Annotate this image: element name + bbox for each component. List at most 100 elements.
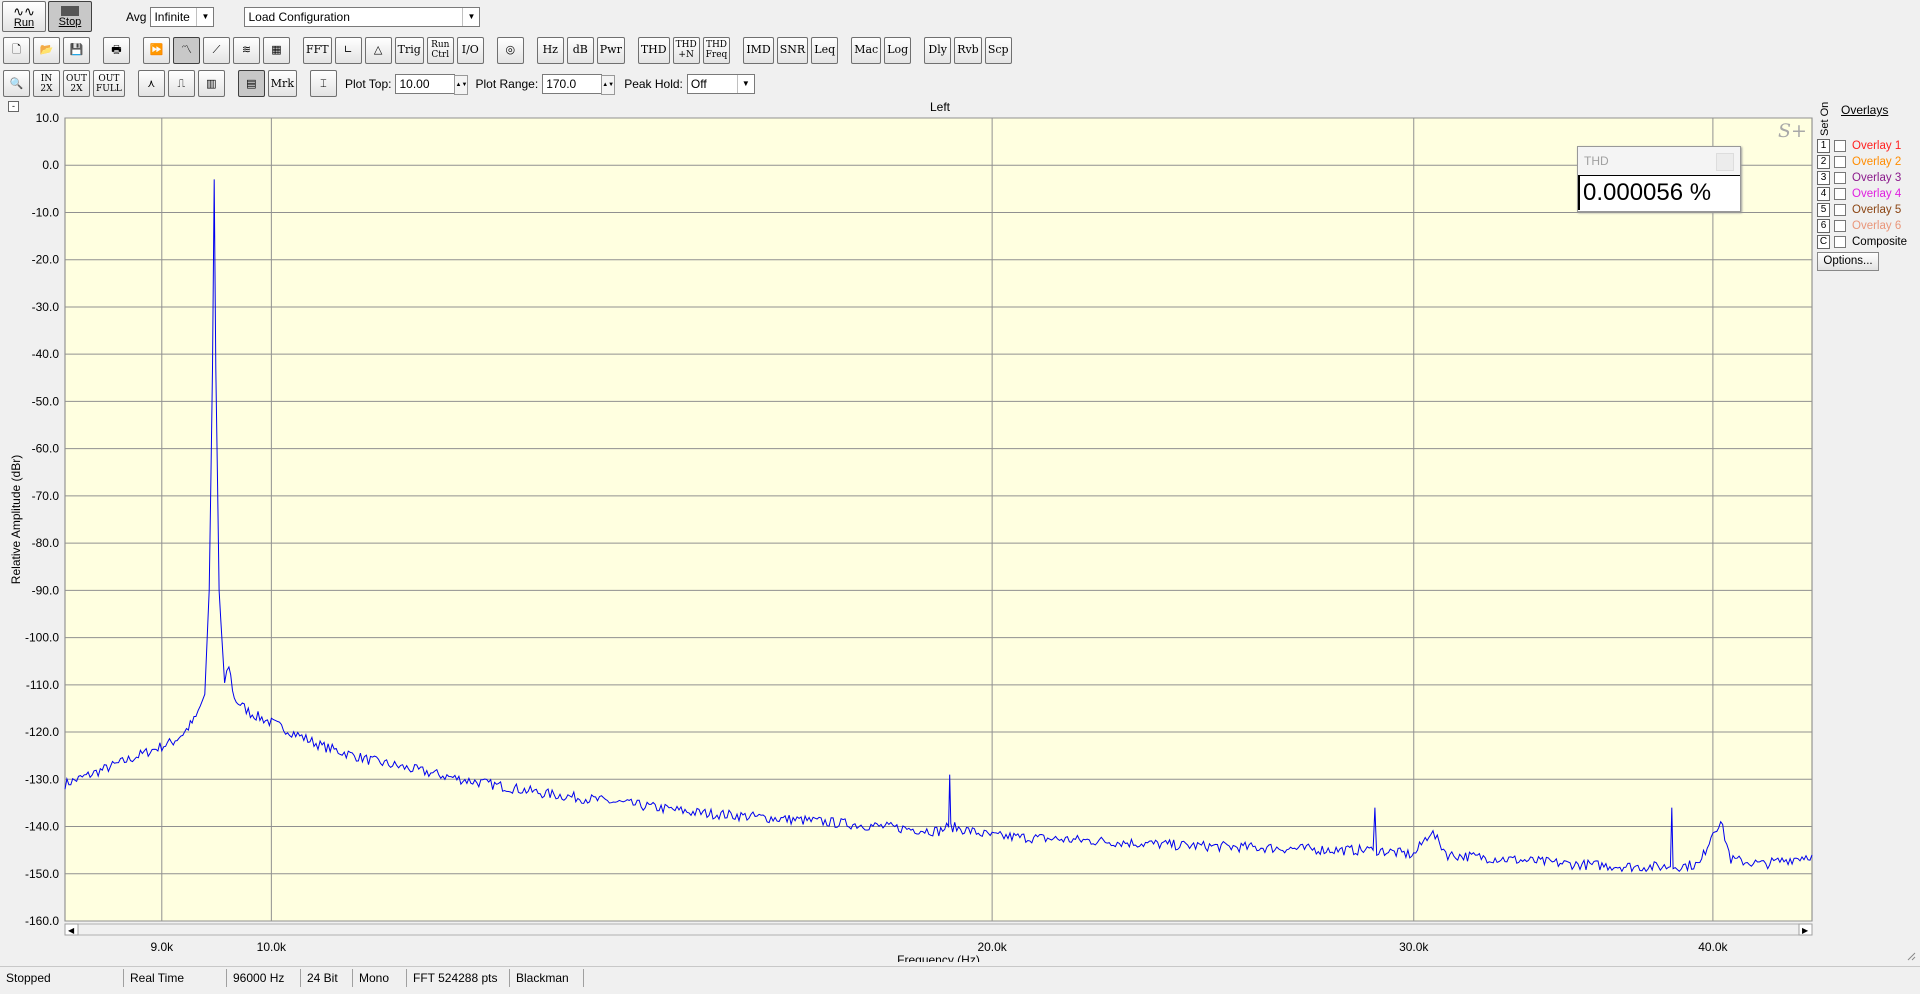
zoom-in-2x-button[interactable]: IN 2X — [33, 70, 60, 97]
y-axis-label: Relative Amplitude (dBr) — [9, 455, 23, 584]
spinner-arrows-icon[interactable]: ▲▼ — [454, 74, 469, 95]
overlay-set-button[interactable]: 3 — [1817, 170, 1830, 185]
run-label: Run — [13, 16, 35, 29]
overlay-set-button[interactable]: 4 — [1817, 186, 1830, 201]
y-tick-label: -150.0 — [25, 867, 59, 881]
open-folder-icon: 📂 — [39, 43, 54, 56]
zoom-button[interactable]: 🔍 — [3, 70, 30, 97]
overlay-set-button[interactable]: 6 — [1817, 218, 1830, 233]
db-button[interactable]: dB — [566, 36, 594, 64]
triangle-icon: △ — [373, 43, 383, 56]
trig-button[interactable]: Trig — [394, 36, 424, 64]
bar-plot-button[interactable]: ▥ — [197, 70, 225, 97]
overlay-on-checkbox[interactable] — [1834, 187, 1846, 200]
overlay-on-checkbox[interactable] — [1834, 171, 1846, 184]
waterfall-icon: ≋ — [241, 43, 252, 56]
overlay-set-button[interactable]: 2 — [1817, 154, 1830, 169]
configuration-select[interactable]: Load Configuration ▼ — [244, 6, 481, 27]
thd-readout-value: 0.000056 % — [1578, 176, 1740, 210]
scp-button[interactable]: Scp — [984, 36, 1012, 64]
overlay-on-checkbox[interactable] — [1834, 139, 1846, 152]
close-icon[interactable] — [1716, 153, 1734, 171]
log-button[interactable]: Log — [884, 36, 912, 64]
horizontal-scrollbar[interactable]: ◀ ▶ — [64, 923, 1813, 936]
thd-button[interactable]: THD — [637, 36, 670, 64]
scroll-left-arrow-icon: ◀ — [68, 926, 75, 935]
status-channels: Mono — [353, 969, 407, 987]
overlay-on-checkbox[interactable] — [1834, 219, 1846, 232]
grid-toggle-button[interactable]: ▤ — [237, 70, 265, 97]
plot-top-label: Plot Top: — [344, 76, 392, 91]
y-tick-label: -120.0 — [25, 725, 59, 739]
fft-label: FFT — [306, 43, 329, 56]
thd-n-button[interactable]: THD +N — [672, 36, 700, 64]
spectrogram-button[interactable]: ▦ — [263, 36, 290, 64]
open-file-button[interactable]: 📂 — [33, 36, 60, 64]
line-plot-icon: ⋏ — [147, 76, 156, 90]
dly-button[interactable]: Dly — [924, 36, 952, 64]
spinner-arrows-icon[interactable]: ▲▼ — [601, 74, 616, 95]
x-tick-label: 20.0k — [977, 940, 1007, 954]
imd-button[interactable]: IMD — [743, 36, 774, 64]
calibration-button[interactable]: △ — [364, 36, 392, 64]
y-tick-label: -130.0 — [25, 772, 59, 786]
vertical-cursor-button[interactable]: ⌶ — [309, 70, 337, 97]
plot-top-input[interactable]: 10.00 ▲▼ — [395, 73, 469, 95]
hz-button[interactable]: Hz — [536, 36, 564, 64]
mac-label: Mac — [854, 43, 879, 56]
overlays-title[interactable]: Overlays — [1841, 103, 1888, 117]
ramp-button[interactable]: ⟋ — [203, 36, 230, 64]
overlay-on-checkbox[interactable] — [1834, 203, 1846, 216]
fft-button[interactable]: FFT — [303, 36, 332, 64]
save-disk-icon: 💾 — [69, 43, 84, 56]
thd-label: THD — [640, 43, 667, 56]
zoom-in-2x-label: IN 2X — [40, 73, 53, 94]
snr-button[interactable]: SNR — [776, 36, 809, 64]
resize-grip-icon[interactable] — [1906, 951, 1916, 961]
fast-forward-button[interactable]: ⏩ — [143, 36, 170, 64]
overlay-row: 3 Overlay 3 — [1817, 170, 1901, 185]
x-tick-label: 40.0k — [1698, 940, 1728, 954]
pwr-button[interactable]: Pwr — [596, 36, 625, 64]
spectrum-chart[interactable]: 10.0 0.0 -10.0 -20.0 -30.0 -40.0 -50.0 -60.0 -70… — [0, 100, 1815, 962]
waterfall-button[interactable]: ≋ — [233, 36, 260, 64]
generator-button[interactable]: ◎ — [496, 36, 524, 64]
thd-freq-button[interactable]: THD Freq — [702, 36, 731, 64]
mac-button[interactable]: Mac — [851, 36, 882, 64]
zoom-out-2x-button[interactable]: OUT 2X — [63, 70, 90, 97]
avg-select[interactable]: Infinite ▼ — [150, 6, 215, 27]
run-ctrl-button[interactable]: Run Ctrl — [426, 36, 454, 64]
overlay-set-button[interactable]: 5 — [1817, 202, 1830, 217]
peak-hold-label: Peak Hold: — [624, 76, 683, 91]
peak-hold-select[interactable]: Off ▼ — [686, 73, 755, 94]
step-plot-button[interactable]: ⎍ — [167, 70, 195, 97]
overlay-on-checkbox[interactable] — [1834, 235, 1846, 248]
spectrum-average-button[interactable]: 〽 — [173, 36, 200, 64]
step-plot-icon: ⎍ — [177, 76, 186, 90]
overlay-set-button[interactable]: C — [1817, 234, 1830, 249]
spectrogram-icon: ▦ — [271, 43, 282, 56]
save-file-button[interactable]: 💾 — [63, 36, 90, 64]
print-button[interactable]: 🖶 — [103, 36, 130, 64]
watermark-logo: S+ — [1778, 120, 1807, 142]
overlay-on-checkbox[interactable] — [1834, 155, 1846, 168]
y-tick-label: -50.0 — [32, 394, 60, 408]
rvb-button[interactable]: Rvb — [954, 36, 982, 64]
marker-button[interactable]: Mrk — [267, 70, 297, 97]
line-plot-button[interactable]: ⋏ — [137, 70, 165, 97]
plot-range-input[interactable]: 170.0 ▲▼ — [542, 73, 616, 95]
thd-readout-panel[interactable]: THD 0.000056 % — [1577, 146, 1741, 212]
axis-button[interactable]: ∟ — [334, 36, 362, 64]
stop-button[interactable]: Stop — [48, 1, 92, 32]
overlay-set-button[interactable]: 1 — [1817, 138, 1830, 153]
overlay-options-button[interactable]: Options... — [1817, 252, 1879, 271]
new-file-button[interactable]: 🗋 — [3, 36, 30, 64]
io-button[interactable]: I/O — [456, 36, 484, 64]
thd-readout-title: THD — [1584, 154, 1609, 168]
marker-label: Mrk — [270, 76, 294, 90]
run-button[interactable]: ∿∿ Run — [2, 1, 46, 32]
thd-n-label: THD +N — [675, 40, 697, 60]
y-tick-label: -160.0 — [25, 914, 59, 928]
leq-button[interactable]: Leq — [811, 36, 839, 64]
zoom-out-full-button[interactable]: OUT FULL — [93, 70, 125, 97]
